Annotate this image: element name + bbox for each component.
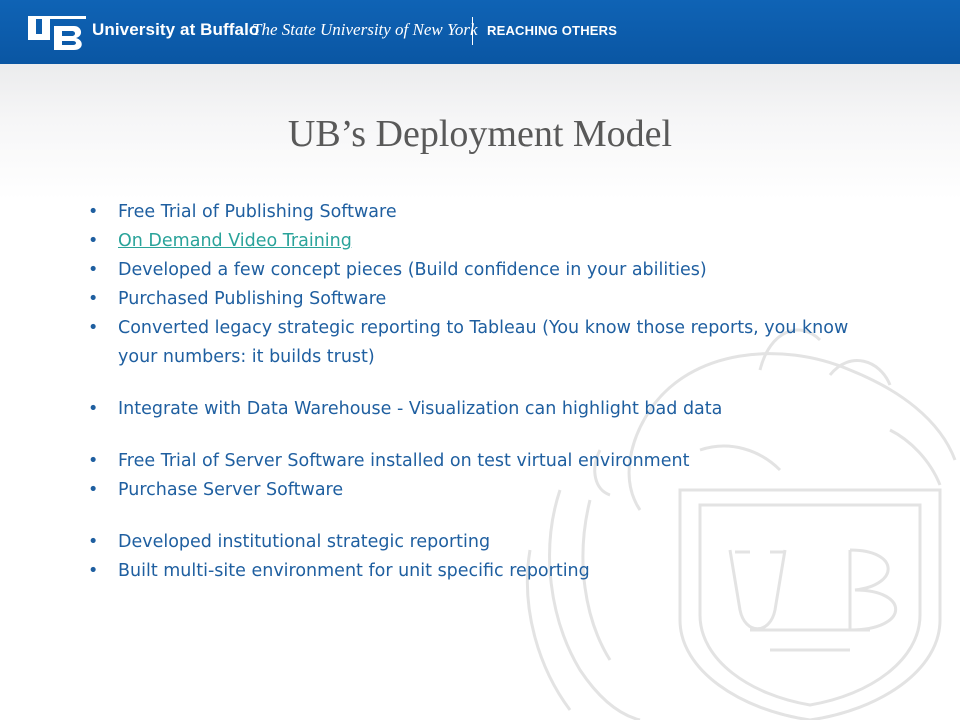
bullet-spacer <box>88 424 868 447</box>
bullet-item: • Converted legacy strategic reporting to… <box>88 314 868 372</box>
bullet-item: • Purchase Server Software <box>88 476 868 505</box>
tagline: REACHING OTHERS <box>487 23 618 38</box>
bullet-text: Purchased Publishing Software <box>118 289 387 309</box>
ub-monogram-logo-icon <box>28 16 86 50</box>
bullet-dot: • <box>88 289 99 309</box>
bullet-spacer <box>88 372 868 395</box>
bullet-text: Built multi-site environment for unit sp… <box>118 561 590 581</box>
bullet-text: Converted legacy strategic reporting to … <box>118 318 849 367</box>
bullet-dot: • <box>88 532 99 552</box>
university-name: University at Buffalo <box>92 20 260 39</box>
bullet-item: • Built multi-site environment for unit s… <box>88 557 868 586</box>
bullet-item: • Developed institutional strategic repor… <box>88 528 868 557</box>
suny-name: The State University of New York <box>252 20 478 39</box>
bullet-text: Purchase Server Software <box>118 480 344 500</box>
bullet-item: • Integrate with Data Warehouse - Visuali… <box>88 395 868 424</box>
header-banner: University at Buffalo The State Universi… <box>0 0 960 64</box>
bullet-item: • Free Trial of Publishing Software <box>88 198 868 227</box>
bullet-dot: • <box>88 260 99 280</box>
bullet-item: • Purchased Publishing Software <box>88 285 868 314</box>
bullet-dot: • <box>88 231 99 251</box>
bullet-dot: • <box>88 561 99 581</box>
bullet-text: Integrate with Data Warehouse - Visualiz… <box>118 399 723 419</box>
bullet-dot: • <box>88 318 99 338</box>
bullet-list: • Free Trial of Publishing Software • On D… <box>88 198 868 586</box>
bullet-text: Developed a few concept pieces (Build co… <box>118 260 707 280</box>
bullet-item: • Free Trial of Server Software installed… <box>88 447 868 476</box>
header-divider <box>472 17 473 45</box>
bullet-text: Free Trial of Publishing Software <box>118 202 397 222</box>
bullet-text: Free Trial of Server Software installed … <box>118 451 690 471</box>
bullet-dot: • <box>88 480 99 500</box>
bullet-dot: • <box>88 451 99 471</box>
video-training-link[interactable]: On Demand Video Training <box>118 231 352 251</box>
bullet-item: • Developed a few concept pieces (Build c… <box>88 256 868 285</box>
bullet-text: Developed institutional strategic report… <box>118 532 491 552</box>
bullet-dot: • <box>88 202 99 222</box>
bullet-dot: • <box>88 399 99 419</box>
slide-title: UB’s Deployment Model <box>287 113 673 155</box>
slide: University at Buffalo The State Universi… <box>0 0 960 720</box>
bullet-spacer <box>88 505 868 528</box>
bullet-item: • On Demand Video Training <box>88 227 868 256</box>
